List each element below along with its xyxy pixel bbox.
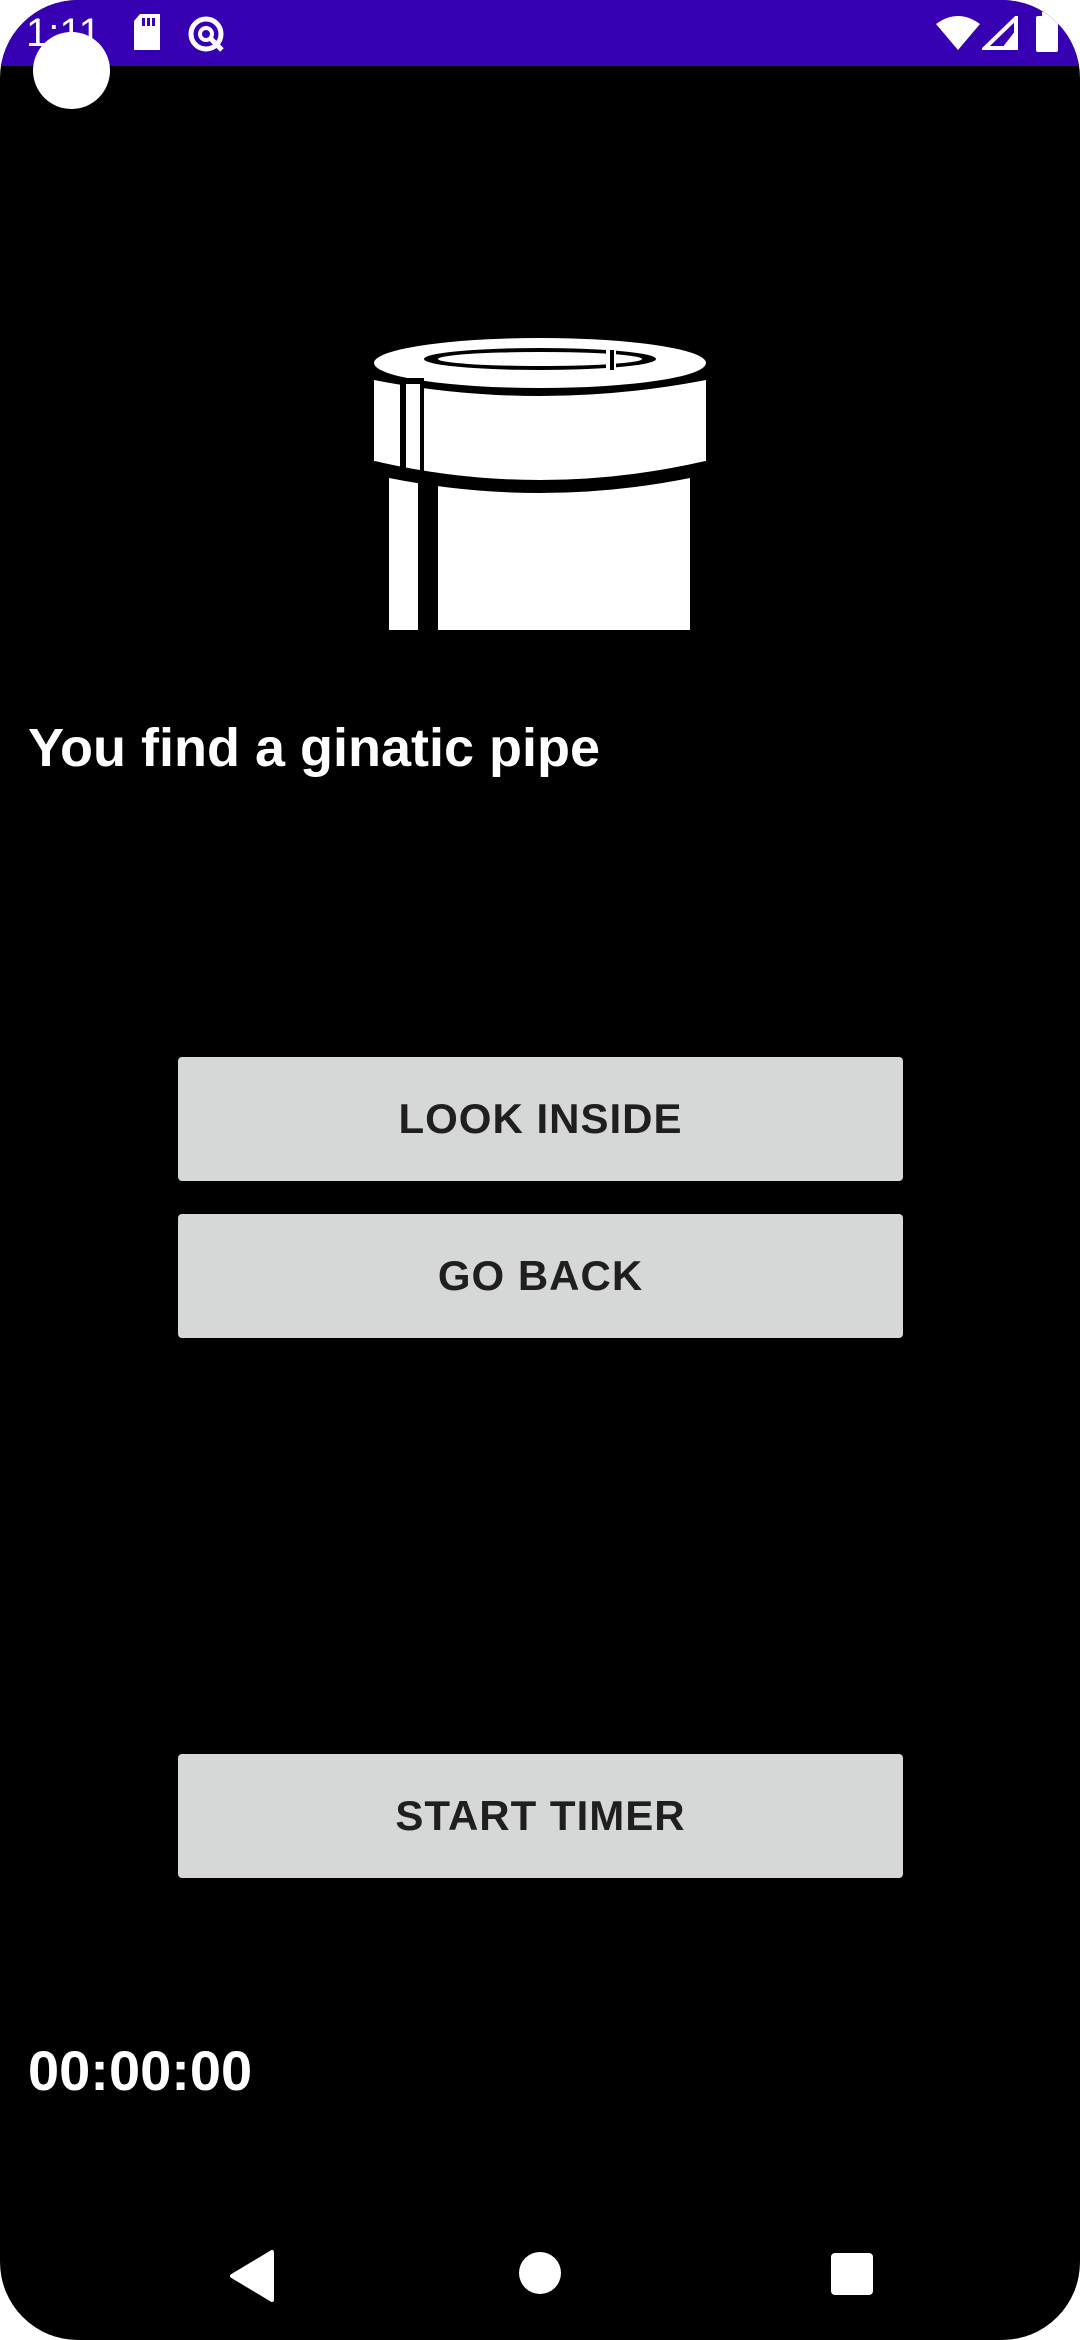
recents-icon[interactable] [796, 2220, 906, 2330]
wifi-icon [936, 16, 980, 55]
camera-cutout [33, 32, 110, 109]
scene-message: You find a ginatic pipe [28, 718, 601, 778]
home-icon[interactable] [485, 2220, 595, 2330]
back-icon[interactable] [194, 2220, 304, 2330]
go-back-button[interactable]: GO BACK [178, 1214, 903, 1338]
app-screen: 1:11 [0, 0, 1080, 2340]
navigation-bar [0, 2220, 1080, 2330]
timer-display: 00:00:00 [28, 2039, 253, 2102]
data-saver-icon [186, 14, 226, 59]
battery-icon [1036, 12, 1058, 57]
pipe-icon [372, 336, 708, 630]
look-inside-button[interactable]: LOOK INSIDE [178, 1057, 903, 1181]
status-bar: 1:11 [0, 0, 1080, 66]
sd-card-icon [132, 14, 162, 55]
start-timer-button[interactable]: START TIMER [178, 1754, 903, 1878]
cell-signal-icon [980, 13, 1018, 55]
